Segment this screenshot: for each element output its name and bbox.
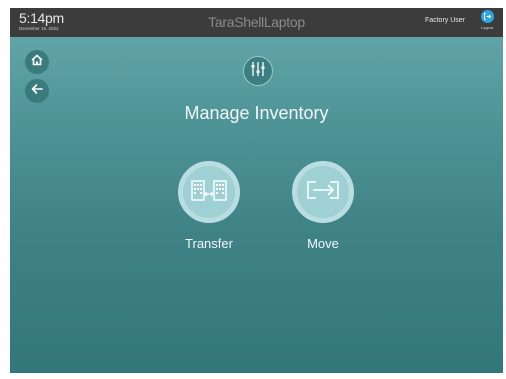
move-action[interactable]: Move: [283, 161, 363, 251]
arrow-box-icon[interactable]: [306, 179, 340, 206]
move-label[interactable]: Move: [283, 236, 363, 251]
move-button[interactable]: [292, 161, 354, 223]
user-name[interactable]: Factory User: [425, 17, 465, 24]
arrow-left-icon[interactable]: [30, 82, 44, 101]
back-button[interactable]: [25, 79, 49, 103]
app-frame: 5:14pm December 15, 2022 TaraShellLaptop…: [10, 8, 503, 373]
transfer-button[interactable]: [178, 161, 240, 223]
sliders-icon: [250, 61, 266, 82]
home-button[interactable]: [25, 50, 49, 74]
page-title: Manage Inventory: [184, 103, 329, 123]
transfer-action[interactable]: Transfer: [169, 161, 249, 251]
logout-label[interactable]: Logout: [477, 25, 497, 30]
buildings-transfer-icon[interactable]: [191, 178, 227, 207]
logout-button[interactable]: Logout: [477, 10, 497, 30]
inventory-header-icon: [243, 56, 273, 86]
home-icon[interactable]: [30, 53, 44, 72]
transfer-label[interactable]: Transfer: [169, 236, 249, 251]
logout-icon[interactable]: [480, 10, 494, 23]
top-bar: 5:14pm December 15, 2022 TaraShellLaptop…: [10, 8, 503, 37]
